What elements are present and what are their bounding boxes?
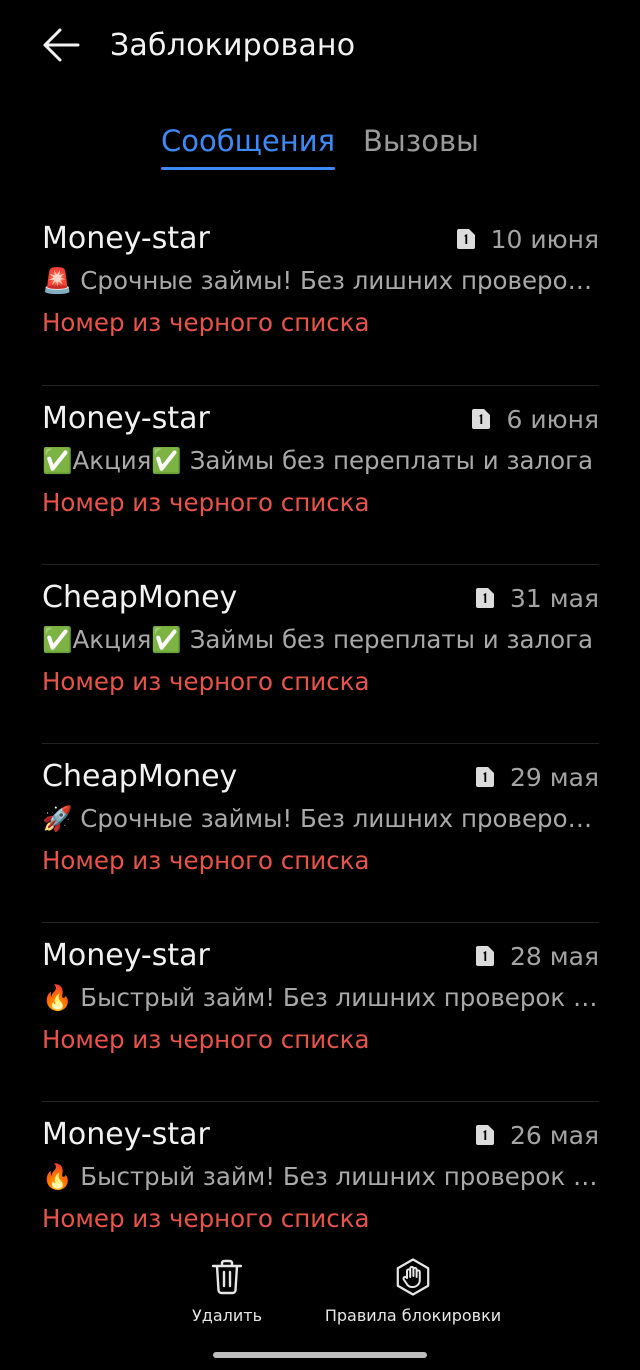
back-button[interactable] [38, 26, 84, 64]
sim-1-icon [476, 1125, 495, 1145]
sender-name: CheapMoney [42, 580, 238, 615]
list-item[interactable]: Money-star 26 мая 🔥 Быстрый займ! Без ли… [42, 1101, 599, 1280]
home-indicator[interactable] [213, 1352, 427, 1358]
blacklist-status: Номер из черного списка [42, 488, 370, 517]
delete-label: Удалить [192, 1306, 262, 1325]
block-rules-label: Правила блокировки [324, 1306, 502, 1325]
message-meta: 31 мая [476, 579, 599, 617]
tab-calls[interactable]: Вызовы [363, 118, 479, 164]
sender-name: CheapMoney [42, 759, 238, 794]
delete-button[interactable]: Удалить [178, 1258, 276, 1325]
blocked-screen: Заблокировано Сообщения Вызовы Money-sta… [0, 0, 640, 1370]
sender-name: Money-star [42, 401, 210, 436]
message-meta: 29 мая [476, 758, 599, 796]
message-meta: 26 мая [476, 1116, 599, 1154]
message-date: 26 мая [510, 1120, 599, 1150]
list-item[interactable]: Money-star 10 июня 🚨 Срочные займы! Без … [42, 206, 599, 385]
sim-1-icon [456, 229, 475, 249]
sim-1-icon [476, 946, 495, 966]
list-item[interactable]: CheapMoney 31 мая ✅Акция✅ Займы без пере… [42, 564, 599, 743]
list-item[interactable]: CheapMoney 29 мая 🚀 Срочные займы! Без л… [42, 743, 599, 922]
hand-stop-icon [396, 1258, 430, 1296]
message-meta: 28 мая [476, 937, 599, 975]
message-date: 31 мая [510, 583, 599, 613]
sim-1-icon [472, 409, 491, 429]
sender-name: Money-star [42, 938, 210, 973]
sender-name: Money-star [42, 1117, 210, 1152]
blacklist-status: Номер из черного списка [42, 1204, 370, 1233]
page-title: Заблокировано [110, 28, 356, 63]
message-preview: 🚨 Срочные займы! Без лишних проверок и с… [42, 266, 599, 295]
message-preview: 🔥 Быстрый займ! Без лишних проверок и сп… [42, 1162, 599, 1191]
message-date: 6 июня [506, 404, 599, 434]
message-preview: 🔥 Быстрый займ! Без лишних проверок и сп… [42, 983, 599, 1012]
arrow-left-icon [43, 28, 80, 62]
tab-messages[interactable]: Сообщения [161, 118, 335, 164]
list-item[interactable]: Money-star 6 июня ✅Акция✅ Займы без пере… [42, 385, 599, 564]
message-date: 28 мая [510, 941, 599, 971]
message-preview: ✅Акция✅ Займы без переплаты и залога [42, 625, 594, 654]
blacklist-status: Номер из черного списка [42, 667, 370, 696]
sender-name: Money-star [42, 221, 210, 256]
sim-1-icon [476, 588, 495, 608]
active-tab-indicator [161, 167, 335, 170]
blacklist-status: Номер из черного списка [42, 308, 370, 337]
bottom-action-bar: Удалить Правила блокировки [0, 1258, 640, 1338]
message-preview: ✅Акция✅ Займы без переплаты и залога [42, 446, 594, 475]
block-rules-button[interactable]: Правила блокировки [322, 1258, 504, 1325]
message-list: Money-star 10 июня 🚨 Срочные займы! Без … [42, 206, 599, 1280]
message-meta: 6 июня [472, 400, 599, 438]
message-date: 10 июня [490, 224, 599, 254]
sim-1-icon [476, 767, 495, 787]
header: Заблокировано [0, 0, 640, 92]
blacklist-status: Номер из черного списка [42, 846, 370, 875]
message-meta: 10 июня [456, 220, 599, 258]
message-preview: 🚀 Срочные займы! Без лишних проверок и с… [42, 804, 599, 833]
tab-bar: Сообщения Вызовы [0, 118, 640, 178]
trash-icon [211, 1259, 243, 1295]
blacklist-status: Номер из черного списка [42, 1025, 370, 1054]
list-item[interactable]: Money-star 28 мая 🔥 Быстрый займ! Без ли… [42, 922, 599, 1101]
message-date: 29 мая [510, 762, 599, 792]
